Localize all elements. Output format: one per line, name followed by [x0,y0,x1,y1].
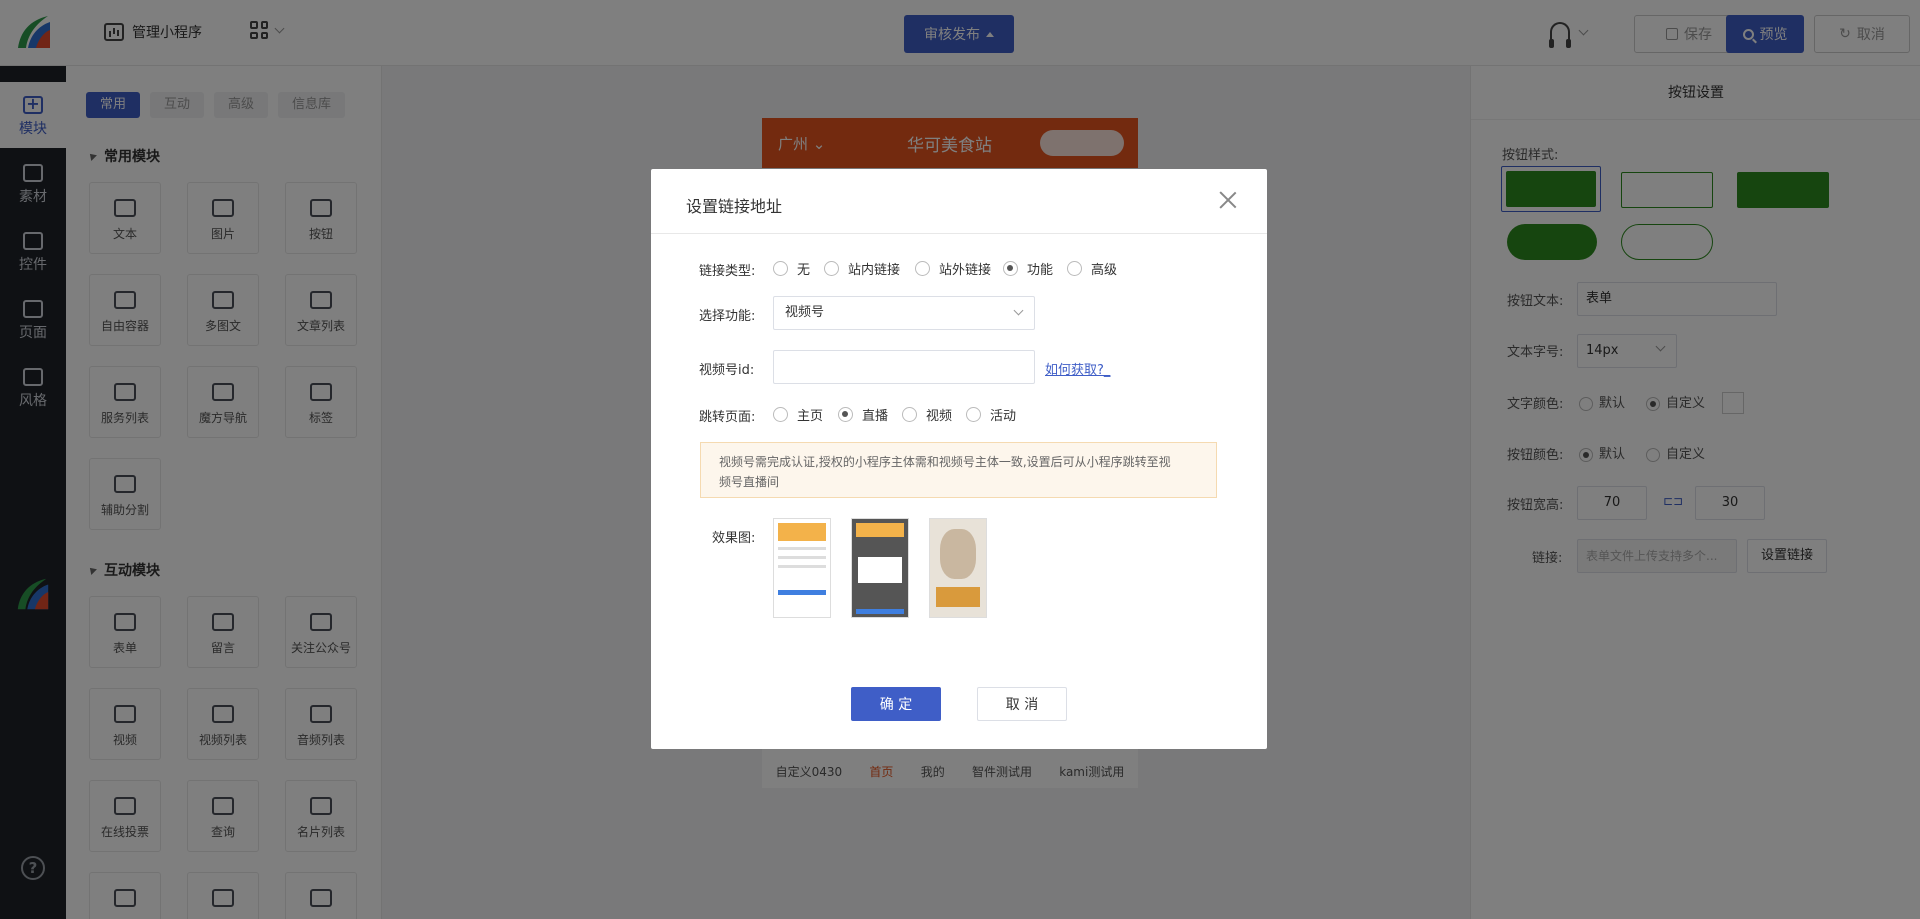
thumb-food [936,587,980,607]
radio-icon [773,407,788,422]
effect-label: 效果图: [712,531,756,546]
function-label: 选择功能: [699,309,756,324]
radio-icon [966,407,981,422]
link-settings-dialog: 设置链接地址 链接类型: 无 站内链接 站外链接 功能 高级 选择功能: 视频号… [651,169,1267,749]
function-value: 视频号 [785,305,825,320]
notice-box: 视频号需完成认证,授权的小程序主体需和视频号主体一致,设置后可从小程序跳转至视 … [700,442,1217,498]
radio-label: 站外链接 [939,263,992,278]
radio-icon [902,407,917,422]
link-type-function-radio[interactable]: 功能 [1003,259,1053,278]
notice-text: 视频号需完成认证,授权的小程序主体需和视频号主体一致,设置后可从小程序跳转至视 [719,455,1171,469]
thumb-banner [856,523,904,537]
link-type-advanced-radio[interactable]: 高级 [1067,259,1117,278]
radio-icon [1067,261,1082,276]
jump-home-radio[interactable]: 主页 [773,405,823,424]
radio-label: 主页 [797,409,824,424]
radio-checked-icon [1003,261,1018,276]
effect-thumbnail-2[interactable] [851,518,909,618]
confirm-button[interactable]: 确 定 [851,687,941,721]
thumb-line [778,565,826,568]
function-select[interactable]: 视频号 [773,296,1035,330]
link-type-label: 链接类型: [699,264,756,279]
effect-thumbnail-3[interactable] [929,518,987,618]
link-type-external-radio[interactable]: 站外链接 [915,259,991,278]
chevron-down-icon [1013,305,1024,316]
video-id-label: 视频号id: [699,363,755,378]
radio-icon [773,261,788,276]
close-icon[interactable] [1219,191,1237,209]
jump-page-label: 跳转页面: [699,410,756,425]
link-type-none-radio[interactable]: 无 [773,259,810,278]
dialog-cancel-button[interactable]: 取 消 [977,687,1067,721]
radio-label: 视频 [926,409,953,424]
radio-label: 站内链接 [848,263,901,278]
thumb-product [940,529,976,579]
radio-label: 高级 [1091,263,1118,278]
jump-live-radio[interactable]: 直播 [838,405,888,424]
jump-video-radio[interactable]: 视频 [902,405,952,424]
radio-icon [915,261,930,276]
dialog-title: 设置链接地址 [686,197,783,216]
radio-label: 直播 [862,409,889,424]
thumb-line [778,547,826,550]
link-type-internal-radio[interactable]: 站内链接 [824,259,900,278]
radio-icon [824,261,839,276]
radio-label: 功能 [1027,263,1054,278]
how-to-get-link[interactable]: 如何获取?_ [1045,359,1110,378]
dialog-divider [651,233,1267,234]
video-id-input[interactable] [773,350,1035,384]
thumb-button [778,590,826,595]
notice-text: 频号直播间 [719,475,780,489]
thumb-popup [858,557,902,583]
thumb-banner [778,523,826,541]
radio-checked-icon [838,407,853,422]
radio-label: 活动 [990,409,1017,424]
thumb-line [778,556,826,559]
radio-label: 无 [797,263,811,278]
jump-activity-radio[interactable]: 活动 [966,405,1016,424]
effect-thumbnail-1[interactable] [773,518,831,618]
thumb-button [856,609,904,614]
